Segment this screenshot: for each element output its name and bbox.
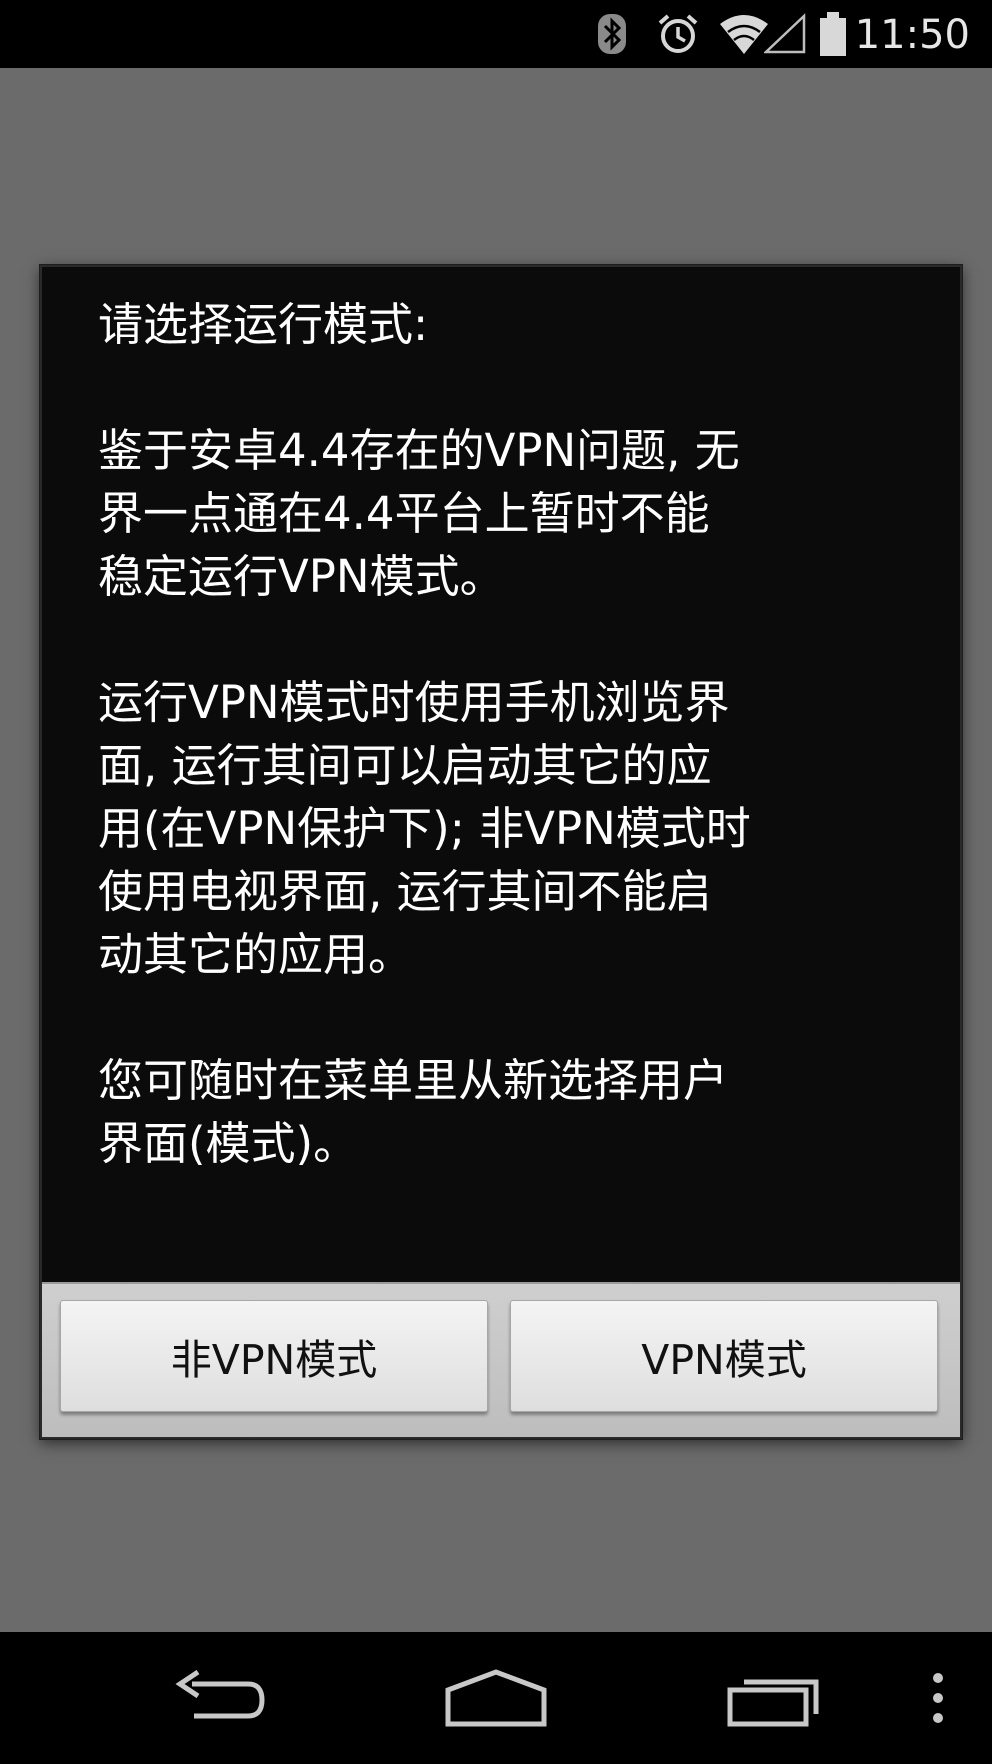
signal-icon <box>764 0 808 68</box>
android-issue-text: 鉴于安卓4.4存在的VPN问题, 无 界一点通在4.4平台上暂时不能 稳定运行V… <box>98 424 740 603</box>
vpn-mode-button[interactable]: VPN模式 <box>510 1300 938 1412</box>
clock: 11:50 <box>854 12 970 58</box>
wifi-icon <box>718 0 770 68</box>
alarm-icon <box>656 0 700 68</box>
battery-icon <box>818 0 848 68</box>
menu-hint-text: 您可随时在菜单里从新选择用户 界面(模式)。 <box>98 1054 729 1170</box>
navigation-bar <box>0 1632 992 1764</box>
dialog-message: 请选择运行模式: 鉴于安卓4.4存在的VPN问题, 无 界一点通在4.4平台上暂… <box>98 293 918 1175</box>
status-bar: 11:50 <box>0 0 992 68</box>
dialog-title-text: 请选择运行模式: <box>98 298 429 351</box>
non-vpn-mode-button[interactable]: 非VPN模式 <box>60 1300 488 1412</box>
overflow-menu-icon[interactable] <box>928 1632 948 1764</box>
bluetooth-icon <box>594 0 630 68</box>
back-icon[interactable] <box>172 1632 268 1764</box>
dialog-button-bar: 非VPN模式 VPN模式 <box>42 1282 960 1437</box>
mode-select-dialog: 请选择运行模式: 鉴于安卓4.4存在的VPN问题, 无 界一点通在4.4平台上暂… <box>40 265 962 1439</box>
mode-explanation-text: 运行VPN模式时使用手机浏览界 面, 运行其间可以启动其它的应 用(在VPN保护… <box>98 676 751 981</box>
recents-icon[interactable] <box>724 1632 824 1764</box>
home-icon[interactable] <box>444 1632 548 1764</box>
